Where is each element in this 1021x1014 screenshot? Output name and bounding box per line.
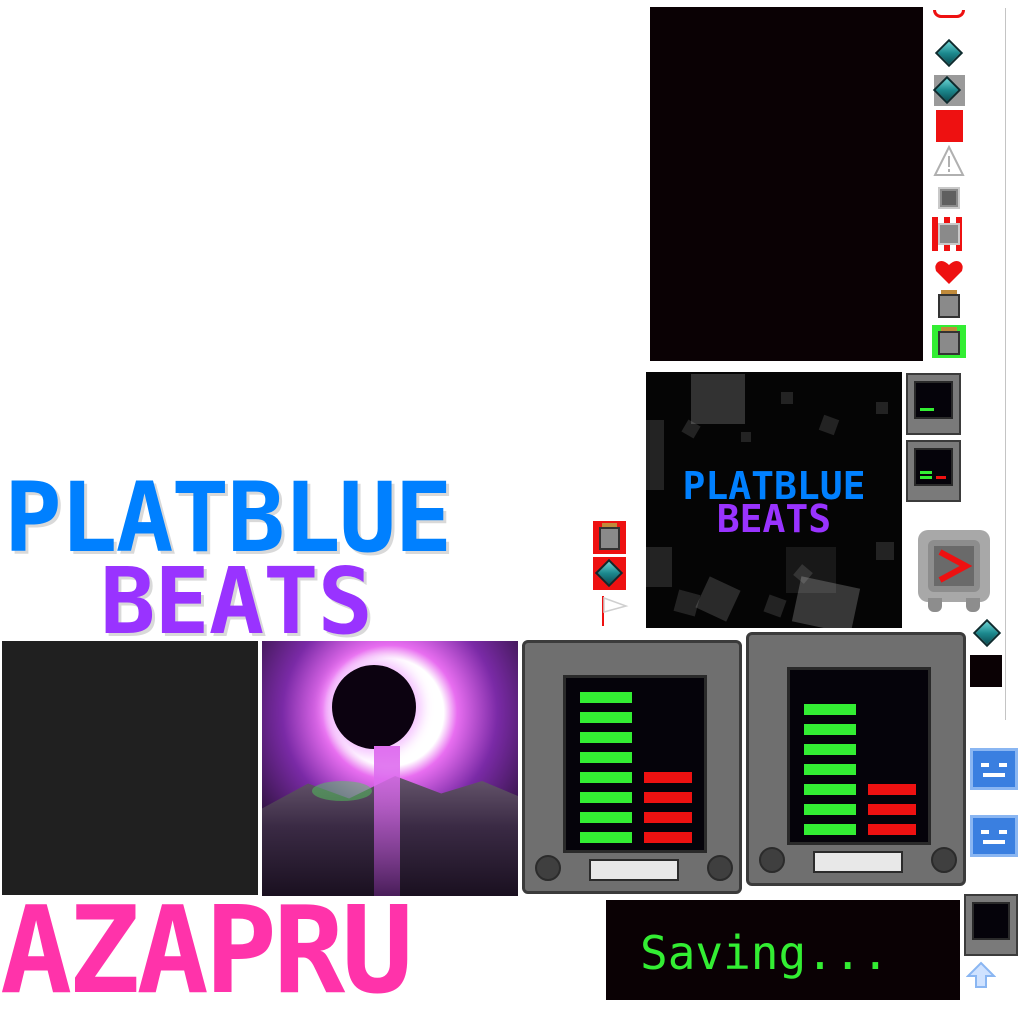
mini-monitor-1 [906,373,961,435]
warning-triangle-icon [933,145,965,176]
cover-art: PLATBLUE BEATS [646,372,902,628]
grey-chip-icon [934,183,964,213]
heart-icon [935,261,963,284]
artist-name: AZAPRU [0,892,413,1008]
blue-face-2-icon [970,815,1018,857]
red-chip-icon [932,217,966,251]
divider-line [1005,8,1006,720]
dark-tile [2,641,258,895]
teal-gem-icon [934,38,964,68]
level-monitor-1 [522,640,742,894]
battery-red-icon [593,521,626,554]
battery-icon [938,290,960,318]
black-square-icon [970,655,1002,687]
blue-face-icon [970,748,1018,790]
saving-text: Saving... [640,926,890,980]
battery-green-icon [932,325,966,358]
cover-title-line2: BEATS [716,497,832,541]
gem-red-icon [593,557,626,590]
mini-monitor-2 [906,440,961,502]
game-title-line2: BEATS [100,548,373,655]
teal-gem-small-icon [972,618,1002,648]
red-square-icon [936,110,963,142]
eclipse-artwork [262,641,518,896]
flag-icon [602,596,629,626]
up-arrow-icon[interactable] [966,960,996,990]
saving-panel: Saving... [606,900,960,1000]
speaker-icon [918,530,990,612]
background-panel-large [650,7,923,361]
red-bracket-icon [933,10,965,18]
teal-gem-grey-icon [932,75,965,106]
level-monitor-2 [746,632,966,886]
mini-monitor-3 [964,894,1018,956]
